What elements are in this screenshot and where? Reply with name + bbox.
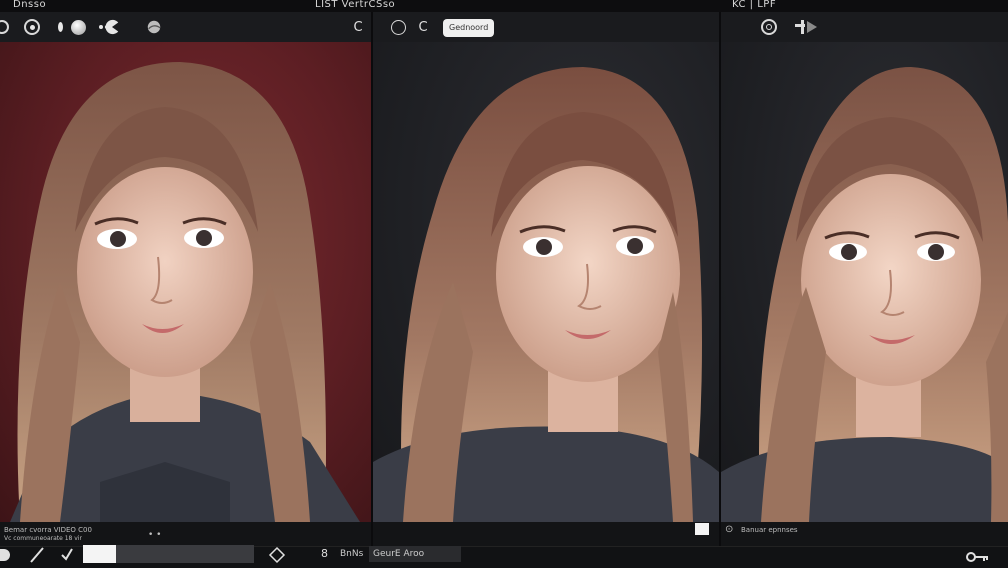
panel-footer: Bemar cvorra VIDEO C00 Vc communeoarate … xyxy=(0,522,371,546)
record-icon[interactable] xyxy=(761,19,777,35)
opacity-slider[interactable] xyxy=(116,545,254,563)
refresh-icon[interactable]: C xyxy=(350,19,366,35)
check-tool-icon[interactable] xyxy=(60,546,74,565)
pacman-icon[interactable] xyxy=(104,19,120,35)
key-icon[interactable] xyxy=(966,549,990,568)
settings-dot-icon[interactable]: ⊙ xyxy=(725,524,733,535)
panel-right: ⊙ Banuar epnnses xyxy=(721,12,1008,567)
link-icon[interactable]: 8 xyxy=(321,547,328,560)
panel-left: C Bemar cvorra VIDEO C00 Vc communeoarat… xyxy=(0,12,371,567)
footer-dots-icon[interactable]: • • xyxy=(148,530,161,540)
portrait-image xyxy=(721,67,1008,522)
small-dot-icon[interactable] xyxy=(52,19,68,35)
footer-caption: Bemar cvorra VIDEO C00 xyxy=(4,526,92,534)
image-canvas[interactable] xyxy=(0,42,371,522)
panel-toolbar xyxy=(721,12,1008,43)
footer-subcaption: Vc communeoarate 18 vir xyxy=(4,535,82,542)
left-title: Dnsso xyxy=(13,0,47,10)
toolbar-field-label[interactable]: GeurE Aroo xyxy=(373,549,424,559)
export-icon[interactable] xyxy=(791,19,821,35)
panel-middle: C Gednoord xyxy=(373,12,719,567)
panel-footer xyxy=(373,522,719,546)
panel-toolbar: C xyxy=(0,12,371,43)
portrait-image xyxy=(373,67,719,522)
cloud-icon[interactable] xyxy=(146,19,162,35)
panel-footer: ⊙ Banuar epnnses xyxy=(721,522,1008,546)
mode-chip[interactable]: Gednoord xyxy=(443,19,495,37)
app-window: Dnsso LIST VertrCSso KC | LPF C Bemar cv… xyxy=(0,0,1008,568)
image-canvas[interactable] xyxy=(721,42,1008,522)
record-icon[interactable] xyxy=(24,19,40,35)
diamond-icon[interactable] xyxy=(268,546,286,568)
line-tool-icon[interactable] xyxy=(28,546,46,568)
portrait-image xyxy=(10,62,360,522)
center-title: LIST VertrCSso xyxy=(315,0,396,10)
layers-icon[interactable] xyxy=(390,19,406,35)
right-title: KC | LPF xyxy=(732,0,777,10)
image-canvas[interactable] xyxy=(373,42,719,522)
color-swatch[interactable] xyxy=(695,523,709,535)
toolbar-label: BnNs xyxy=(340,549,364,559)
footer-caption: Banuar epnnses xyxy=(741,526,798,534)
primary-color-swatch[interactable] xyxy=(83,545,116,563)
panel-toolbar: C Gednoord xyxy=(373,12,719,43)
undo-icon[interactable]: C xyxy=(415,19,431,35)
title-strip: Dnsso LIST VertrCSso KC | LPF xyxy=(0,0,1008,12)
target-icon[interactable] xyxy=(0,19,10,35)
sphere-icon[interactable] xyxy=(70,19,86,35)
